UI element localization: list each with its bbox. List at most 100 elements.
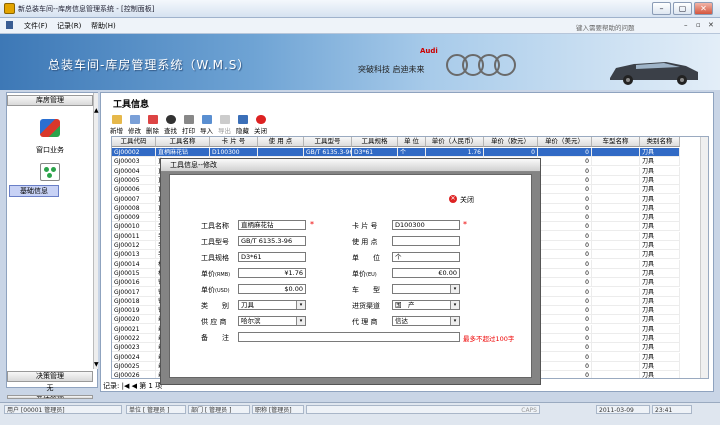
channel-select[interactable]: 国 产 ▾ [392, 300, 460, 310]
menu-help[interactable]: 帮助(H) [91, 21, 116, 31]
table-cell[interactable]: 0 [538, 166, 592, 176]
table-cell[interactable] [592, 287, 640, 297]
table-cell[interactable]: 0 [538, 185, 592, 195]
table-cell[interactable]: 刀具 [640, 213, 680, 223]
table-cell[interactable]: 0 [538, 343, 592, 353]
print-button[interactable]: 打印 [182, 115, 195, 135]
table-cell[interactable]: 刀具 [640, 268, 680, 278]
add-button[interactable]: 新增 [110, 115, 123, 135]
sidebar-item-window-business[interactable]: 窗口业务 [7, 145, 93, 155]
table-cell[interactable]: 刀具 [640, 287, 680, 297]
table-cell[interactable]: GB/T 6135.3-96 [304, 148, 352, 157]
table-cell[interactable]: 刀具 [640, 157, 680, 167]
column-header[interactable]: 工具型号 [304, 137, 352, 147]
dialog-close-button[interactable]: 关闭 [460, 195, 474, 205]
table-cell[interactable]: 0 [538, 334, 592, 343]
table-cell[interactable]: 刀具 [640, 315, 680, 325]
table-cell[interactable]: GJ00007 [112, 194, 156, 204]
table-cell[interactable]: 刀具 [640, 166, 680, 176]
table-cell[interactable]: GJ00025 [112, 361, 156, 371]
table-cell[interactable] [592, 185, 640, 195]
tool-model-field[interactable]: GB/T 6135.3-96 [238, 236, 306, 246]
table-cell[interactable]: 直柄麻花钻 [156, 148, 210, 157]
table-cell[interactable]: 刀具 [640, 306, 680, 316]
table-cell[interactable]: GJ00006 [112, 185, 156, 195]
table-cell[interactable]: 0 [538, 371, 592, 378]
close-window-button[interactable]: ✕ [694, 2, 713, 15]
column-header[interactable]: 使 用 点 [258, 137, 304, 147]
prev-record-button[interactable]: ◀ [132, 382, 137, 390]
table-scrollbar[interactable] [700, 137, 708, 378]
table-cell[interactable]: 刀具 [640, 148, 680, 157]
table-cell[interactable]: 0 [538, 259, 592, 269]
table-cell[interactable] [592, 194, 640, 204]
find-button[interactable]: 查找 [164, 115, 177, 135]
table-cell[interactable] [592, 157, 640, 167]
table-cell[interactable]: 0 [538, 352, 592, 362]
table-cell[interactable]: 刀具 [640, 222, 680, 232]
table-cell[interactable]: 1.76 [426, 148, 484, 157]
table-cell[interactable]: 刀具 [640, 194, 680, 204]
table-cell[interactable]: 0 [538, 213, 592, 223]
unit-field[interactable]: 个 [392, 252, 460, 262]
table-cell[interactable]: GJ00009 [112, 213, 156, 223]
delete-button[interactable]: 删除 [146, 115, 159, 135]
table-cell[interactable]: 0 [538, 306, 592, 316]
import-button[interactable]: 导入 [200, 115, 213, 135]
menu-record[interactable]: 记录(R) [57, 21, 81, 31]
table-cell[interactable]: GJ00014 [112, 259, 156, 269]
table-cell[interactable]: 0 [538, 296, 592, 306]
table-cell[interactable]: 个 [398, 148, 426, 157]
table-cell[interactable]: 刀具 [640, 259, 680, 269]
mdi-restore-button[interactable]: ▫ [696, 21, 701, 29]
column-header[interactable]: 单 位 [398, 137, 426, 147]
table-cell[interactable] [592, 315, 640, 325]
table-cell[interactable]: D3*61 [352, 148, 398, 157]
table-cell[interactable]: 0 [538, 222, 592, 232]
minimize-button[interactable]: – [652, 2, 671, 15]
table-cell[interactable]: 0 [538, 324, 592, 334]
hide-button[interactable]: 隐藏 [236, 115, 249, 135]
usage-point-field[interactable] [392, 236, 460, 246]
sidebar-section-decision[interactable]: 决策管理 [7, 371, 93, 382]
table-cell[interactable]: 刀具 [640, 278, 680, 288]
table-cell[interactable]: GJ00019 [112, 306, 156, 316]
table-cell[interactable]: 刀具 [640, 241, 680, 250]
table-cell[interactable] [592, 259, 640, 269]
column-header[interactable]: 工具规格 [352, 137, 398, 147]
table-cell[interactable]: 刀具 [640, 203, 680, 213]
remark-field[interactable] [238, 332, 460, 342]
table-cell[interactable] [592, 296, 640, 306]
table-cell[interactable]: 刀具 [640, 352, 680, 362]
table-cell[interactable] [592, 352, 640, 362]
edit-button[interactable]: 修改 [128, 115, 141, 135]
close-button[interactable]: 关闭 [254, 115, 267, 135]
agent-select[interactable]: 信达 ▾ [392, 316, 460, 326]
table-cell[interactable]: GJ00018 [112, 296, 156, 306]
table-cell[interactable]: GJ00011 [112, 231, 156, 241]
table-cell[interactable]: GJ00016 [112, 278, 156, 288]
table-cell[interactable]: GJ00024 [112, 352, 156, 362]
table-cell[interactable]: GJ00012 [112, 241, 156, 250]
card-no-field[interactable]: D100300 [392, 220, 460, 230]
table-cell[interactable]: GJ00015 [112, 268, 156, 278]
table-cell[interactable] [592, 334, 640, 343]
tool-name-field[interactable]: 直柄麻花钻 [238, 220, 306, 230]
table-cell[interactable]: GJ00010 [112, 222, 156, 232]
table-cell[interactable]: GJ00022 [112, 334, 156, 343]
sidebar-section-system[interactable]: 系统管理 [7, 395, 93, 399]
table-cell[interactable]: 刀具 [640, 175, 680, 185]
sidebar-item-none[interactable]: 无 [7, 383, 93, 393]
column-header[interactable]: 单价（欧元） [484, 137, 538, 147]
price-eur-field[interactable]: €0.00 [392, 268, 460, 278]
table-cell[interactable]: 0 [538, 287, 592, 297]
first-record-button[interactable]: |◀ [122, 382, 130, 390]
table-cell[interactable]: 0 [538, 231, 592, 241]
table-cell[interactable]: 0 [538, 157, 592, 167]
table-cell[interactable]: 0 [538, 241, 592, 250]
table-cell[interactable]: GJ00005 [112, 175, 156, 185]
export-button[interactable]: 导出 [218, 115, 231, 135]
table-cell[interactable]: 刀具 [640, 250, 680, 260]
table-cell[interactable] [592, 361, 640, 371]
table-cell[interactable] [592, 166, 640, 176]
